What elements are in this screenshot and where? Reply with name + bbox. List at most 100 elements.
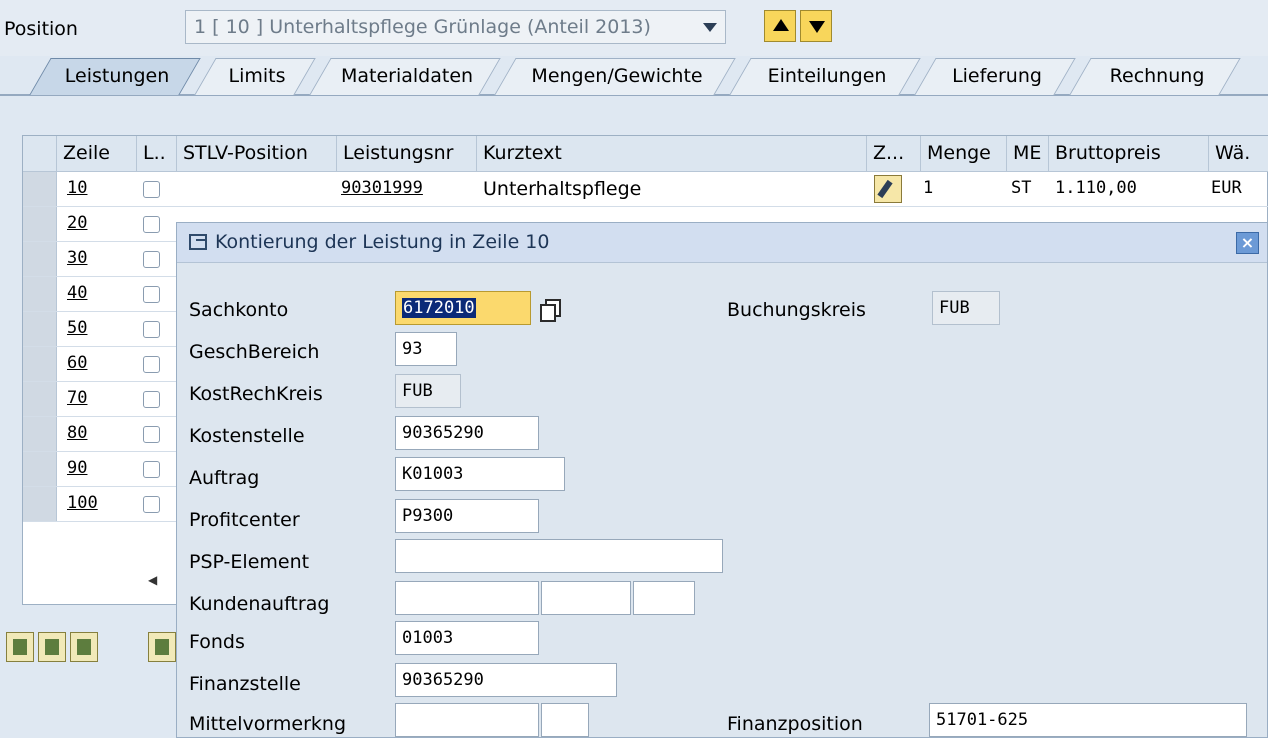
row-checkbox[interactable]	[143, 461, 160, 478]
row-selector[interactable]	[23, 242, 57, 276]
psp-element-label: PSP-Element	[189, 551, 310, 573]
row-zeile[interactable]: 30	[67, 248, 87, 268]
table-row[interactable]: 10 90301999 Unterhaltspflege 1 ST 1.110,…	[23, 172, 1268, 207]
fonds-label: Fonds	[189, 631, 245, 653]
column-header[interactable]: Kurztext	[477, 136, 867, 172]
position-dropdown[interactable]: 1 [ 10 ] Unterhaltspflege Grünlage (Ante…	[185, 10, 726, 44]
row-selector[interactable]	[23, 452, 57, 486]
column-header[interactable]: Bruttopreis	[1049, 136, 1209, 172]
tab-rechnung[interactable]: Rechnung	[1069, 58, 1241, 95]
tab-strip: Leistungen Limits Materialdaten Mengen/G…	[0, 56, 1268, 96]
row-selector[interactable]	[23, 487, 57, 521]
row-selector[interactable]	[23, 172, 57, 206]
column-header[interactable]: L..	[137, 136, 177, 172]
position-dropdown-value: 1 [ 10 ] Unterhaltspflege Grünlage (Ante…	[194, 16, 651, 38]
row-bruttopreis: 1.110,00	[1055, 178, 1137, 198]
mittelvormerkung-position-field[interactable]	[541, 703, 589, 737]
tab-materialdaten[interactable]: Materialdaten	[309, 58, 501, 95]
finanzstelle-field[interactable]: 90365290	[395, 663, 617, 697]
buchungskreis-label: Buchungskreis	[727, 299, 866, 321]
buchungskreis-field: FUB	[932, 291, 1000, 325]
row-leistungsnr[interactable]: 90301999	[341, 178, 423, 198]
arrow-up-icon	[773, 19, 789, 31]
row-checkbox[interactable]	[143, 181, 160, 198]
auftrag-label: Auftrag	[189, 467, 260, 489]
column-header[interactable]: ME	[1007, 136, 1049, 172]
column-header[interactable]: Menge	[921, 136, 1007, 172]
edit-icon[interactable]	[874, 175, 902, 203]
row-selector[interactable]	[23, 417, 57, 451]
tab-label: Mengen/Gewichte	[531, 65, 703, 87]
row-checkbox[interactable]	[143, 251, 160, 268]
row-selector[interactable]	[23, 382, 57, 416]
row-selector[interactable]	[23, 312, 57, 346]
row-checkbox[interactable]	[143, 286, 160, 303]
select-all-header[interactable]	[23, 136, 57, 172]
tab-lieferung[interactable]: Lieferung	[914, 58, 1076, 95]
row-checkbox[interactable]	[143, 391, 160, 408]
column-header[interactable]: Z...	[867, 136, 921, 172]
previous-position-button[interactable]	[764, 10, 796, 42]
chevron-down-icon	[703, 23, 717, 32]
tab-label: Materialdaten	[340, 65, 474, 87]
row-zeile[interactable]: 40	[67, 283, 87, 303]
finanzposition-label: Finanzposition	[727, 713, 863, 735]
row-zeile[interactable]: 70	[67, 388, 87, 408]
row-checkbox[interactable]	[143, 321, 160, 338]
tab-label: Einteilungen	[767, 65, 887, 87]
details-icon[interactable]	[6, 632, 34, 662]
kundenauftrag-position-field[interactable]	[541, 581, 631, 615]
row-zeile[interactable]: 50	[67, 318, 87, 338]
row-checkbox[interactable]	[143, 356, 160, 373]
tab-label: Lieferung	[952, 65, 1042, 87]
dialog-icon	[189, 234, 207, 250]
row-menge: 1	[923, 178, 934, 198]
tab-einteilungen[interactable]: Einteilungen	[729, 58, 921, 95]
tab-mengen-gewichte[interactable]: Mengen/Gewichte	[494, 58, 736, 95]
column-header[interactable]: Wä.	[1209, 136, 1268, 172]
next-position-button[interactable]	[800, 10, 832, 42]
row-checkbox[interactable]	[143, 216, 160, 233]
row-waehrung: EUR	[1211, 178, 1242, 198]
kundenauftrag-field[interactable]	[395, 581, 539, 615]
row-kurztext: Unterhaltspflege	[483, 178, 642, 200]
geschbereich-field[interactable]: 93	[395, 332, 457, 366]
close-button[interactable]: ×	[1236, 232, 1259, 254]
row-selector[interactable]	[23, 277, 57, 311]
select-block-icon[interactable]	[38, 632, 66, 662]
profitcenter-label: Profitcenter	[189, 509, 300, 531]
finanzstelle-label: Finanzstelle	[189, 673, 301, 695]
insert-row-icon[interactable]	[148, 632, 176, 662]
row-zeile[interactable]: 60	[67, 353, 87, 373]
tab-leistungen[interactable]: Leistungen	[29, 58, 201, 95]
scroll-left-icon[interactable]: ◀	[148, 573, 157, 587]
kostenstelle-label: Kostenstelle	[189, 425, 305, 447]
copy-icon[interactable]	[539, 297, 561, 322]
profitcenter-field[interactable]: P9300	[395, 499, 539, 533]
row-zeile[interactable]: 100	[67, 493, 98, 513]
row-zeile[interactable]: 80	[67, 423, 87, 443]
auftrag-field[interactable]: K01003	[395, 457, 565, 491]
column-header[interactable]: STLV-Position	[177, 136, 337, 172]
finanzposition-field[interactable]: 51701-625	[929, 703, 1247, 737]
sachkonto-field[interactable]: 6172010	[395, 291, 531, 325]
row-zeile[interactable]: 90	[67, 458, 87, 478]
row-checkbox[interactable]	[143, 496, 160, 513]
account-assignment-dialog: Kontierung der Leistung in Zeile 10 × Sa…	[176, 222, 1268, 738]
tab-limits[interactable]: Limits	[194, 58, 316, 95]
column-header[interactable]: Leistungsnr	[337, 136, 477, 172]
mittelvormerkung-field[interactable]	[395, 703, 539, 737]
dialog-title-bar: Kontierung der Leistung in Zeile 10 ×	[177, 223, 1267, 263]
kundenauftrag-einteilung-field[interactable]	[633, 581, 695, 615]
row-checkbox[interactable]	[143, 426, 160, 443]
kostenstelle-field[interactable]: 90365290	[395, 416, 539, 450]
row-zeile[interactable]: 20	[67, 213, 87, 233]
fonds-field[interactable]: 01003	[395, 621, 539, 655]
row-zeile[interactable]: 10	[67, 178, 87, 198]
column-header[interactable]: Zeile	[57, 136, 137, 172]
mittelvormerkung-label: Mittelvormerkng	[189, 713, 347, 735]
row-selector[interactable]	[23, 207, 57, 241]
psp-element-field[interactable]	[395, 539, 723, 573]
row-selector[interactable]	[23, 347, 57, 381]
deselect-block-icon[interactable]	[70, 632, 98, 662]
